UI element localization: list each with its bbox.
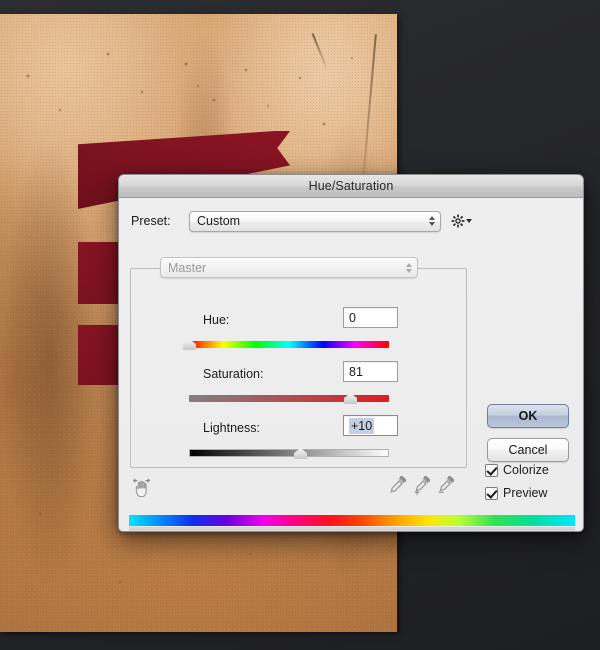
chevron-updown-icon	[429, 216, 435, 226]
eyedropper-minus-icon[interactable]	[436, 475, 455, 496]
adjustment-group-box: Master Hue: 0 Saturation: 81 Lightness: …	[130, 257, 467, 468]
spectrum-strip[interactable]	[129, 515, 575, 526]
lightness-input[interactable]: +10	[343, 415, 398, 436]
lightness-label: Lightness:	[203, 421, 260, 435]
hue-value: 0	[349, 310, 356, 325]
saturation-slider-thumb[interactable]	[344, 393, 357, 404]
saturation-value: 81	[349, 364, 363, 379]
channel-dropdown[interactable]: Master	[160, 257, 418, 278]
eyedropper-plus-icon[interactable]	[412, 475, 431, 496]
colorize-label: Colorize	[503, 463, 549, 477]
colorize-checkbox[interactable]	[485, 463, 498, 477]
dialog-titlebar[interactable]: Hue/Saturation	[119, 175, 583, 198]
hue-label: Hue:	[203, 313, 230, 327]
saturation-slider-track[interactable]	[189, 393, 389, 404]
chevron-updown-icon	[406, 262, 412, 273]
preview-checkbox[interactable]	[485, 486, 498, 500]
hue-slider-thumb[interactable]	[183, 339, 196, 350]
hue-input[interactable]: 0	[343, 307, 398, 328]
color-range-strips	[129, 515, 575, 531]
adjustment-range-strip[interactable]	[129, 527, 575, 531]
application-window: Hue/Saturation Preset: Custom OK Cancel …	[0, 0, 600, 650]
preset-dropdown[interactable]: Custom	[189, 210, 441, 232]
chevron-down-icon	[466, 219, 472, 223]
preview-checkbox-row[interactable]: Preview	[485, 486, 547, 500]
hand-scrub-icon[interactable]	[132, 477, 154, 499]
preset-label: Preset:	[131, 214, 171, 228]
preview-label: Preview	[503, 486, 548, 500]
preset-options-menu-button[interactable]	[451, 212, 473, 230]
gear-icon	[451, 214, 465, 228]
channel-value: Master	[168, 260, 207, 275]
lightness-slider-track[interactable]	[189, 448, 389, 459]
saturation-input[interactable]: 81	[343, 361, 398, 382]
lightness-value: +10	[349, 417, 375, 434]
ok-button[interactable]: OK	[487, 404, 569, 428]
hue-slider-track[interactable]	[183, 339, 389, 350]
hue-saturation-dialog: Hue/Saturation Preset: Custom OK Cancel …	[118, 174, 584, 532]
preset-value: Custom	[197, 214, 241, 228]
lightness-slider-thumb[interactable]	[294, 448, 307, 459]
colorize-checkbox-row[interactable]: Colorize	[485, 463, 549, 477]
preset-row: Preset: Custom	[131, 210, 573, 232]
dialog-title: Hue/Saturation	[308, 179, 394, 193]
cancel-button[interactable]: Cancel	[487, 438, 569, 462]
saturation-label: Saturation:	[203, 367, 264, 381]
eyedropper-icon[interactable]	[388, 475, 407, 496]
dialog-body: Preset: Custom OK Cancel Master Hue: 0 S…	[119, 198, 583, 531]
